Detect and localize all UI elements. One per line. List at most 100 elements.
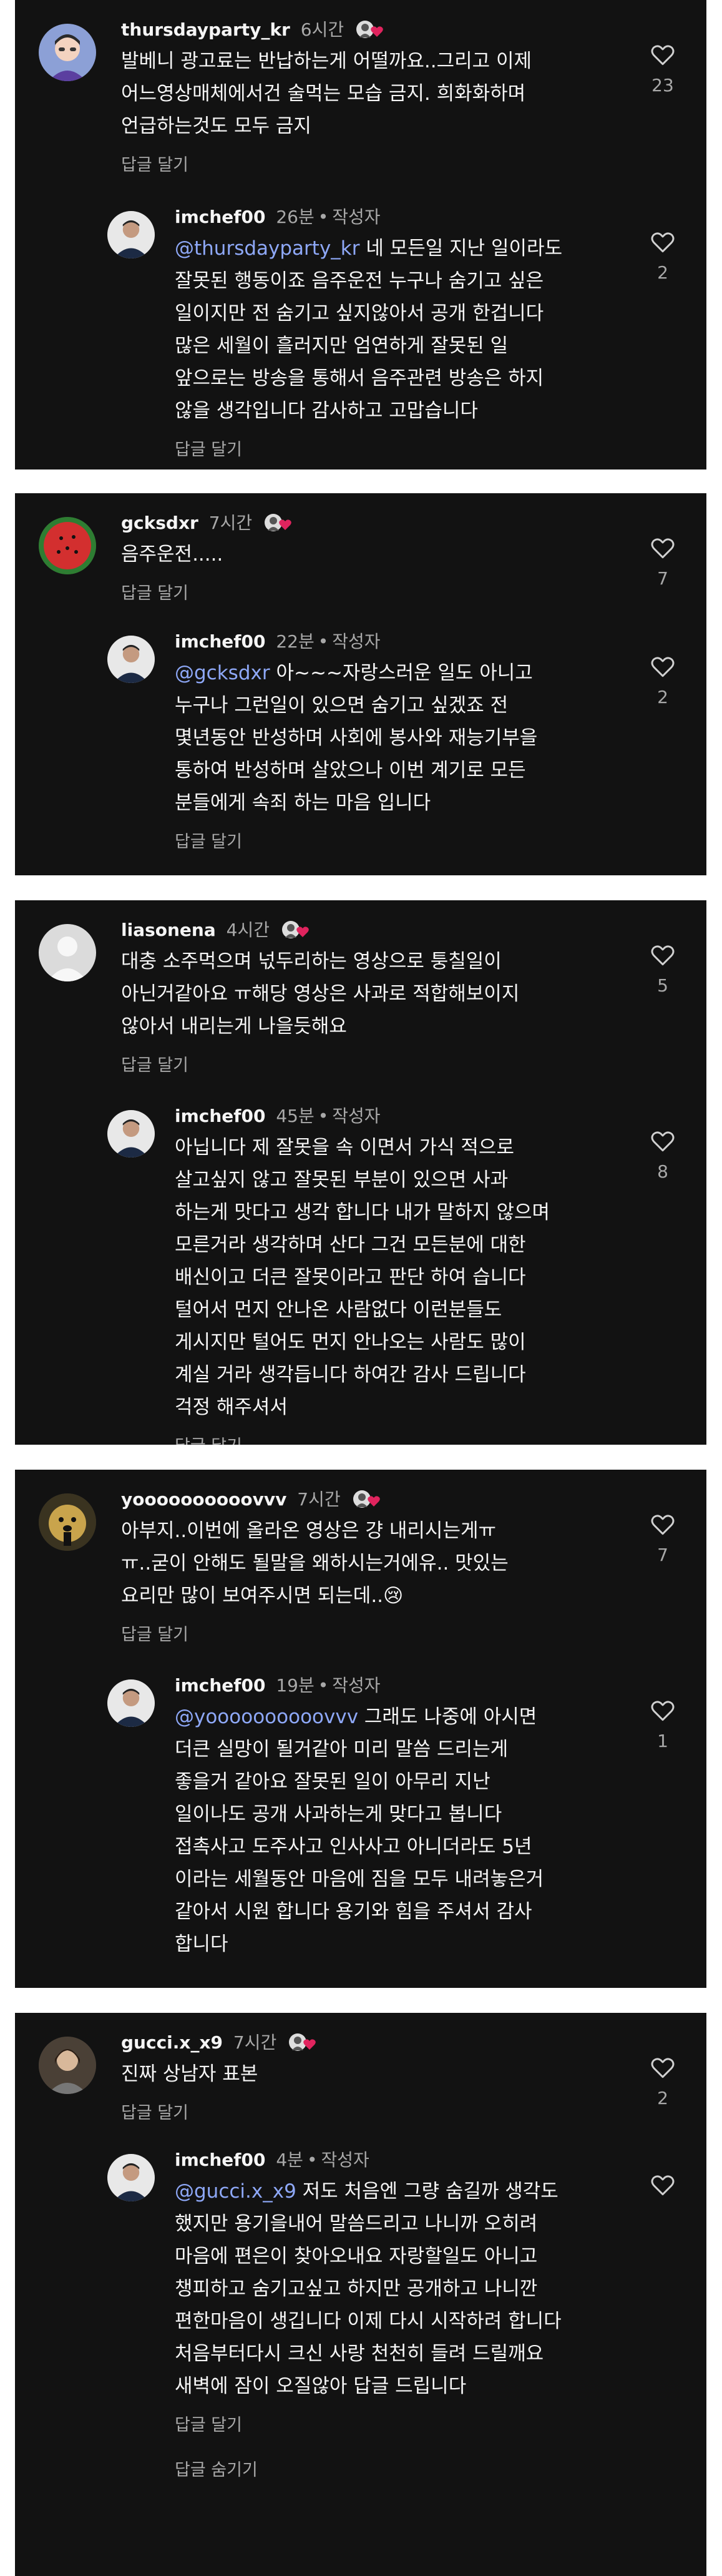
reply-text: 아닙니다 제 잘못을 속 이면서 가식 적으로 살고싶지 않고 잘못된 부분이 …: [175, 1131, 625, 1423]
default-profile-icon: [39, 924, 96, 981]
reply-button[interactable]: 답글 달기: [121, 1625, 625, 1646]
mention-link[interactable]: @gcksdxr: [175, 662, 270, 684]
user-avatar[interactable]: [39, 2037, 96, 2094]
reply-text: @gucci.x_x9 저도 처음엔 그량 숨길까 생각도 했지만 용기을내어 …: [175, 2175, 625, 2402]
timestamp: 26분: [276, 207, 315, 227]
like-count: 2: [657, 687, 668, 707]
reply-line: 배신이고 더큰 잘못이라고 판단 하여 습니다: [175, 1266, 526, 1289]
reply-line: 게시지만 털어도 먼지 안나오는 사람도 많이: [175, 1331, 526, 1354]
reply-line: 하는게 맛다고 생각 합니다 내가 말하지 않으며: [175, 1201, 550, 1224]
reply-line: 마음에 편은이 찾아오내요 자랑할일도 아니고: [175, 2245, 538, 2268]
username[interactable]: imchef00: [175, 631, 265, 652]
comment-line: 어느영상매체에서건 술먹는 모습 금지. 희화화하며: [121, 82, 526, 105]
reply-button[interactable]: 답글 달기: [175, 440, 625, 461]
reply-meta: imchef00 26분 • 작성자: [175, 207, 381, 227]
reply-button[interactable]: 답글 달기: [121, 155, 625, 176]
username[interactable]: gucci.x_x9: [121, 2032, 223, 2053]
timestamp: 19분: [276, 1675, 315, 1696]
heart-outline-icon: [651, 1701, 675, 1721]
like-button[interactable]: 2: [645, 2057, 680, 2108]
chef-avatar-icon: [107, 1110, 155, 1158]
like-button[interactable]: [645, 2174, 680, 2196]
like-count: 23: [651, 75, 674, 96]
username[interactable]: imchef00: [175, 1106, 265, 1126]
comment-text: 음주운전.....: [121, 538, 625, 571]
author-tag: 작성자: [332, 1106, 381, 1126]
reply-line: 일이지만 전 숨기고 싶지않아서 공개 한겁니다: [175, 302, 544, 325]
reply-line: @thursdayparty_kr 네 모든일 지난 일이라도: [175, 237, 563, 260]
like-button[interactable]: 23: [645, 44, 680, 96]
username[interactable]: thursdayparty_kr: [121, 19, 290, 40]
photo-avatar-icon: [39, 2037, 96, 2094]
like-button[interactable]: 1: [645, 1699, 680, 1751]
user-avatar[interactable]: [39, 517, 96, 574]
reply-line: @gucci.x_x9 저도 처음엔 그량 숨길까 생각도: [175, 2180, 559, 2203]
comment-line: 않아서 내리는게 나을듯해요: [121, 1015, 347, 1038]
mention-link[interactable]: @yoooooooooovvv: [175, 1706, 358, 1728]
username[interactable]: yoooooooooovvv: [121, 1489, 286, 1510]
like-button[interactable]: 2: [645, 656, 680, 707]
reply-button[interactable]: 답글 달기: [121, 1055, 625, 1076]
like-count: 7: [657, 1545, 668, 1565]
chef-avatar-icon: [107, 211, 155, 258]
like-count: 2: [657, 2088, 668, 2108]
reply-button[interactable]: 답글 달기: [175, 832, 625, 853]
like-count: 8: [657, 1161, 668, 1182]
username[interactable]: liasonena: [121, 920, 216, 940]
username[interactable]: imchef00: [175, 207, 265, 227]
comment-line: ㅠ..굳이 안해도 될말을 왜하시는거에유.. 맛있는: [121, 1552, 509, 1575]
creator-avatar[interactable]: [107, 636, 155, 683]
reply-line: 살고싶지 않고 잘못된 부분이 있으면 사과: [175, 1169, 509, 1191]
reply-line: 털어서 먼지 안나온 사람없다 이런분들도: [175, 1299, 502, 1321]
like-button[interactable]: 7: [645, 537, 680, 589]
username[interactable]: gcksdxr: [121, 513, 198, 533]
username[interactable]: imchef00: [175, 2150, 265, 2170]
like-button[interactable]: 8: [645, 1130, 680, 1182]
hide-replies-button[interactable]: 답글 숨기기: [175, 2460, 625, 2481]
like-button[interactable]: 5: [645, 944, 680, 996]
chef-avatar-icon: [107, 636, 155, 683]
reply-button[interactable]: 답글 달기: [175, 2415, 625, 2436]
creator-avatar[interactable]: [107, 1679, 155, 1727]
reply-meta: imchef00 45분 • 작성자: [175, 1106, 381, 1126]
reply-line: @gcksdxr 아~~~자랑스러운 일도 아니고: [175, 662, 533, 684]
reply-button[interactable]: 답글 달기: [175, 1436, 625, 1445]
reply-line: 좋을거 같아요 잘못된 일이 아무리 지난: [175, 1771, 490, 1793]
timestamp: 7시간: [297, 1489, 341, 1510]
mention-link[interactable]: @gucci.x_x9: [175, 2180, 296, 2203]
timestamp: 45분: [276, 1106, 315, 1126]
reply-text: @yoooooooooovvv 그래도 나중에 아시면 더큰 실망이 될거같아 …: [175, 1701, 625, 1960]
comment-thread-card: gcksdxr 7시간 음주운전..... 답글 달기 7 imchef00 2…: [15, 493, 706, 875]
reply-line: 아닙니다 제 잘못을 속 이면서 가식 적으로: [175, 1136, 514, 1159]
author-tag: 작성자: [321, 2150, 369, 2170]
heart-outline-icon: [651, 45, 675, 66]
reply-button[interactable]: 답글 달기: [121, 2103, 625, 2124]
reply-line: 같아서 시원 합니다 용기와 힘을 주셔서 감사: [175, 1900, 532, 1923]
reply-button[interactable]: 답글 달기: [121, 583, 625, 604]
reply-line: 앞으로는 방송을 통해서 음주관련 방송은 하지: [175, 367, 544, 390]
comment-line: 발베니 광고료는 반납하는게 어떨까요..그리고 이제: [121, 50, 532, 72]
heart-outline-icon: [651, 2058, 675, 2078]
timestamp: 22분: [276, 631, 315, 652]
timestamp: 4시간: [226, 920, 270, 940]
like-button[interactable]: 7: [645, 1513, 680, 1565]
reply-line: 챙피하고 숨기고싶고 하지만 공개하고 나니깐: [175, 2278, 538, 2300]
creator-liked-badge-icon: [288, 2033, 318, 2052]
username[interactable]: imchef00: [175, 1675, 265, 1696]
reply-line: 접촉사고 도주사고 인사사고 아니더라도 5년: [175, 1836, 532, 1858]
heart-outline-icon: [651, 657, 675, 677]
timestamp: 6시간: [300, 19, 344, 40]
comment-meta: gucci.x_x9 7시간: [121, 2032, 625, 2054]
creator-avatar[interactable]: [107, 1110, 155, 1158]
comment-line: 언급하는것도 모두 금지: [121, 115, 311, 137]
creator-avatar[interactable]: [107, 2154, 155, 2201]
comment-line: 아부지..이번에 올라온 영상은 걍 내리시는게ㅠ: [121, 1520, 497, 1542]
reply-text: @gcksdxr 아~~~자랑스러운 일도 아니고 누구나 그런일이 있으면 숨…: [175, 657, 625, 819]
user-avatar[interactable]: [39, 1493, 96, 1551]
like-button[interactable]: 2: [645, 231, 680, 283]
heart-outline-icon: [651, 945, 675, 966]
user-avatar[interactable]: [39, 24, 96, 81]
mention-link[interactable]: @thursdayparty_kr: [175, 237, 359, 260]
user-avatar[interactable]: [39, 924, 96, 981]
creator-avatar[interactable]: [107, 211, 155, 258]
